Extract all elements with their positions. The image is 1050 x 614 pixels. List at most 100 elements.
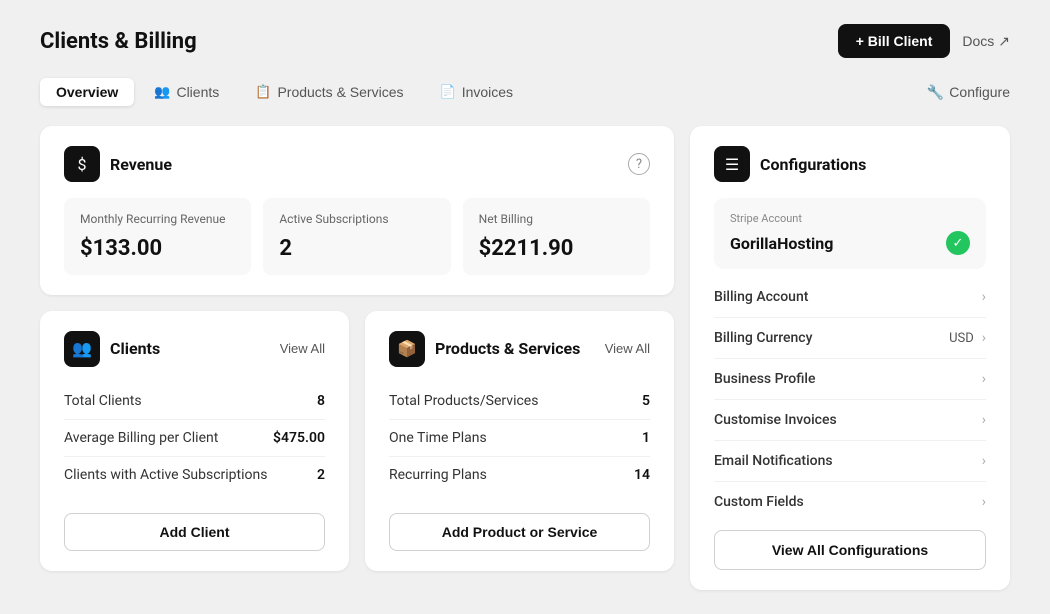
config-billing-account-label: Billing Account [714, 289, 808, 305]
stripe-name-row: GorillaHosting ✓ [730, 231, 970, 255]
invoices-tab-icon: 📄 [440, 84, 456, 100]
clients-icon: 👥 [64, 331, 100, 367]
stat-avg-billing-label: Average Billing per Client [64, 430, 218, 446]
chevron-icon: › [982, 289, 986, 305]
bill-client-button[interactable]: + Bill Client [838, 24, 951, 58]
stat-total-products-label: Total Products/Services [389, 393, 538, 409]
stripe-account-box: Stripe Account GorillaHosting ✓ [714, 198, 986, 269]
config-email-notifications-label: Email Notifications [714, 453, 833, 469]
products-view-all-button[interactable]: View All [605, 341, 650, 356]
config-custom-fields-label: Custom Fields [714, 494, 804, 510]
metric-net-billing-label: Net Billing [479, 212, 634, 228]
config-item-billing-account[interactable]: Billing Account › [714, 277, 986, 318]
left-column: $ Revenue ? Monthly Recurring Revenue $1… [40, 126, 674, 590]
config-email-notifications-right: › [982, 453, 986, 469]
stat-active-subs-clients-value: 2 [317, 467, 325, 483]
products-stats-list: Total Products/Services 5 One Time Plans… [389, 383, 650, 493]
add-product-button[interactable]: Add Product or Service [389, 513, 650, 551]
config-item-customise-invoices[interactable]: Customise Invoices › [714, 400, 986, 441]
chevron-icon: › [982, 412, 986, 428]
metric-mrr-value: $133.00 [80, 236, 235, 261]
stat-avg-billing: Average Billing per Client $475.00 [64, 420, 325, 457]
config-custom-fields-right: › [982, 494, 986, 510]
config-billing-currency-right: USD › [949, 330, 986, 346]
revenue-card-header: $ Revenue ? [64, 146, 650, 182]
metric-net-billing-value: $2211.90 [479, 236, 634, 261]
clients-card: 👥 Clients View All Total Clients 8 Avera… [40, 311, 349, 571]
tab-overview-label: Overview [56, 84, 118, 100]
chevron-icon: › [982, 494, 986, 510]
stat-active-subs-clients-label: Clients with Active Subscriptions [64, 467, 267, 483]
config-customise-invoices-label: Customise Invoices [714, 412, 837, 428]
page-header: Clients & Billing + Bill Client Docs ↗ [40, 24, 1010, 58]
config-item-email-notifications[interactable]: Email Notifications › [714, 441, 986, 482]
products-card-header: 📦 Products & Services View All [389, 331, 650, 367]
products-title-group: 📦 Products & Services [389, 331, 580, 367]
metric-subscriptions: Active Subscriptions 2 [263, 198, 450, 275]
nav-tabs: Overview 👥 Clients 📋 Products & Services… [40, 78, 1010, 106]
tab-products[interactable]: 📋 Products & Services [239, 78, 419, 106]
bottom-grid: 👥 Clients View All Total Clients 8 Avera… [40, 311, 674, 571]
configurations-icon: ☰ [714, 146, 750, 182]
configurations-header: ☰ Configurations [714, 146, 986, 182]
configure-button[interactable]: 🔧 Configure [927, 84, 1010, 101]
stat-total-clients-value: 8 [317, 393, 325, 409]
configurations-title: Configurations [760, 155, 866, 174]
configurations-title-group: ☰ Configurations [714, 146, 866, 182]
tab-clients-label: Clients [176, 84, 219, 100]
metric-subscriptions-value: 2 [279, 236, 434, 261]
docs-label: Docs [962, 33, 994, 49]
chevron-icon: › [982, 330, 986, 346]
products-card: 📦 Products & Services View All Total Pro… [365, 311, 674, 571]
stat-total-clients-label: Total Clients [64, 393, 142, 409]
stat-one-time-plans-value: 1 [642, 430, 650, 446]
stat-recurring-plans-label: Recurring Plans [389, 467, 487, 483]
revenue-title-group: $ Revenue [64, 146, 172, 182]
config-item-billing-currency[interactable]: Billing Currency USD › [714, 318, 986, 359]
stripe-verified-icon: ✓ [946, 231, 970, 255]
tab-products-label: Products & Services [277, 84, 403, 100]
config-billing-currency-label: Billing Currency [714, 330, 812, 346]
stat-active-subs-clients: Clients with Active Subscriptions 2 [64, 457, 325, 493]
help-icon[interactable]: ? [628, 153, 650, 175]
products-tab-icon: 📋 [255, 84, 271, 100]
clients-tab-icon: 👥 [154, 84, 170, 100]
config-business-profile-right: › [982, 371, 986, 387]
tab-invoices-label: Invoices [462, 84, 513, 100]
configurations-card: ☰ Configurations Stripe Account GorillaH… [690, 126, 1010, 590]
config-business-profile-label: Business Profile [714, 371, 815, 387]
revenue-icon: $ [64, 146, 100, 182]
stat-total-clients: Total Clients 8 [64, 383, 325, 420]
metric-net-billing: Net Billing $2211.90 [463, 198, 650, 275]
revenue-card: $ Revenue ? Monthly Recurring Revenue $1… [40, 126, 674, 295]
stat-recurring-plans: Recurring Plans 14 [389, 457, 650, 493]
stat-recurring-plans-value: 14 [634, 467, 650, 483]
view-all-configurations-button[interactable]: View All Configurations [714, 530, 986, 570]
config-item-business-profile[interactable]: Business Profile › [714, 359, 986, 400]
tab-invoices[interactable]: 📄 Invoices [424, 78, 530, 106]
config-items-list: Billing Account › Billing Currency USD ›… [714, 277, 986, 522]
page-title: Clients & Billing [40, 29, 197, 54]
clients-stats-list: Total Clients 8 Average Billing per Clie… [64, 383, 325, 493]
tab-clients[interactable]: 👥 Clients [138, 78, 235, 106]
clients-title-group: 👥 Clients [64, 331, 160, 367]
config-billing-currency-value: USD [949, 331, 974, 346]
config-customise-invoices-right: › [982, 412, 986, 428]
external-link-icon: ↗ [998, 33, 1010, 50]
metric-mrr: Monthly Recurring Revenue $133.00 [64, 198, 251, 275]
page-container: Clients & Billing + Bill Client Docs ↗ O… [0, 0, 1050, 614]
docs-button[interactable]: Docs ↗ [962, 33, 1010, 50]
add-client-button[interactable]: Add Client [64, 513, 325, 551]
configure-icon: 🔧 [927, 84, 944, 101]
stat-total-products: Total Products/Services 5 [389, 383, 650, 420]
stat-one-time-plans: One Time Plans 1 [389, 420, 650, 457]
clients-view-all-button[interactable]: View All [280, 341, 325, 356]
stat-one-time-plans-label: One Time Plans [389, 430, 487, 446]
clients-card-header: 👥 Clients View All [64, 331, 325, 367]
products-title: Products & Services [435, 339, 580, 358]
metrics-grid: Monthly Recurring Revenue $133.00 Active… [64, 198, 650, 275]
chevron-icon: › [982, 453, 986, 469]
config-item-custom-fields[interactable]: Custom Fields › [714, 482, 986, 522]
clients-title: Clients [110, 339, 160, 358]
tab-overview[interactable]: Overview [40, 78, 134, 106]
